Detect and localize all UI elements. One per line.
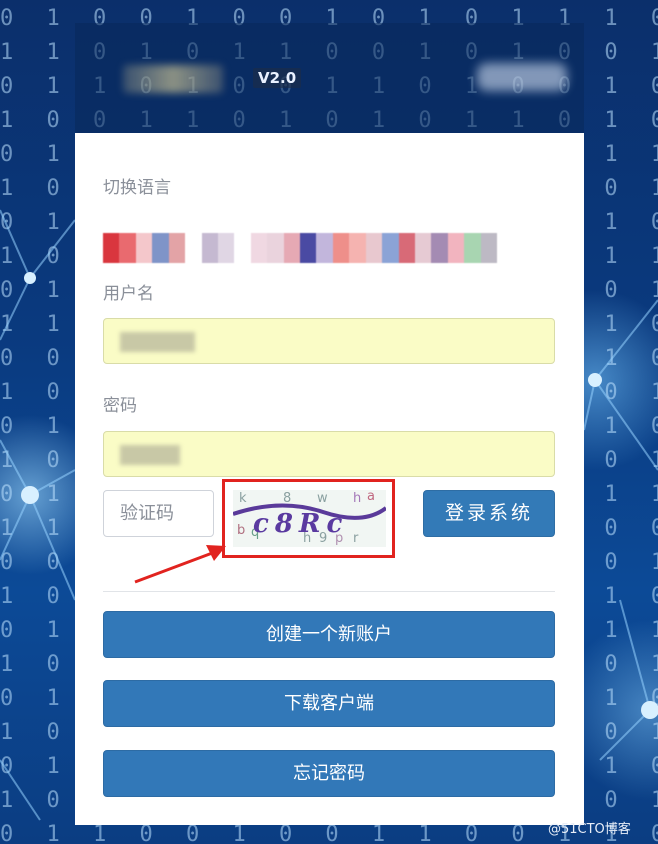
password-input[interactable] [103, 431, 555, 477]
svg-text:r: r [353, 531, 359, 546]
username-label: 用户名 [103, 284, 154, 304]
captcha-text: c8Rc [253, 509, 348, 539]
version-badge: V2.0 [253, 68, 302, 88]
download-client-button[interactable]: 下载客户端 [103, 680, 555, 727]
captcha-highlight-box: k8 wh a bq h9 pr c8Rc [222, 479, 395, 558]
svg-text:w: w [317, 491, 328, 506]
forgot-password-button[interactable]: 忘记密码 [103, 750, 555, 797]
create-account-button[interactable]: 创建一个新账户 [103, 611, 555, 658]
captcha-input[interactable]: 验证码 [103, 490, 214, 537]
svg-text:a: a [367, 490, 375, 504]
login-panel: V2.0 切换语言 用户名 密码 验证码 k 8 w h a b q h 9 p… [75, 23, 584, 825]
header-title-blurred [477, 63, 567, 91]
login-button[interactable]: 登录系统 [423, 490, 555, 537]
language-label: 切换语言 [103, 178, 171, 198]
password-label: 密码 [103, 396, 137, 416]
username-value-blurred [120, 332, 195, 352]
watermark: @51CTO博客 [548, 822, 631, 837]
login-form: 切换语言 用户名 密码 验证码 k 8 w h a b q h 9 p r c8… [75, 133, 584, 825]
language-options[interactable] [103, 233, 498, 263]
divider [103, 591, 555, 592]
logo [123, 65, 223, 93]
password-value-blurred [120, 445, 180, 465]
svg-text:k: k [239, 491, 247, 506]
captcha-image[interactable]: k8 wh a bq h9 pr c8Rc [232, 489, 388, 547]
svg-text:b: b [237, 523, 245, 538]
panel-header: V2.0 [75, 23, 584, 133]
username-input[interactable] [103, 318, 555, 364]
captcha-graphic: k8 wh a bq h9 pr c8Rc [232, 489, 388, 546]
svg-text:h: h [353, 491, 361, 506]
